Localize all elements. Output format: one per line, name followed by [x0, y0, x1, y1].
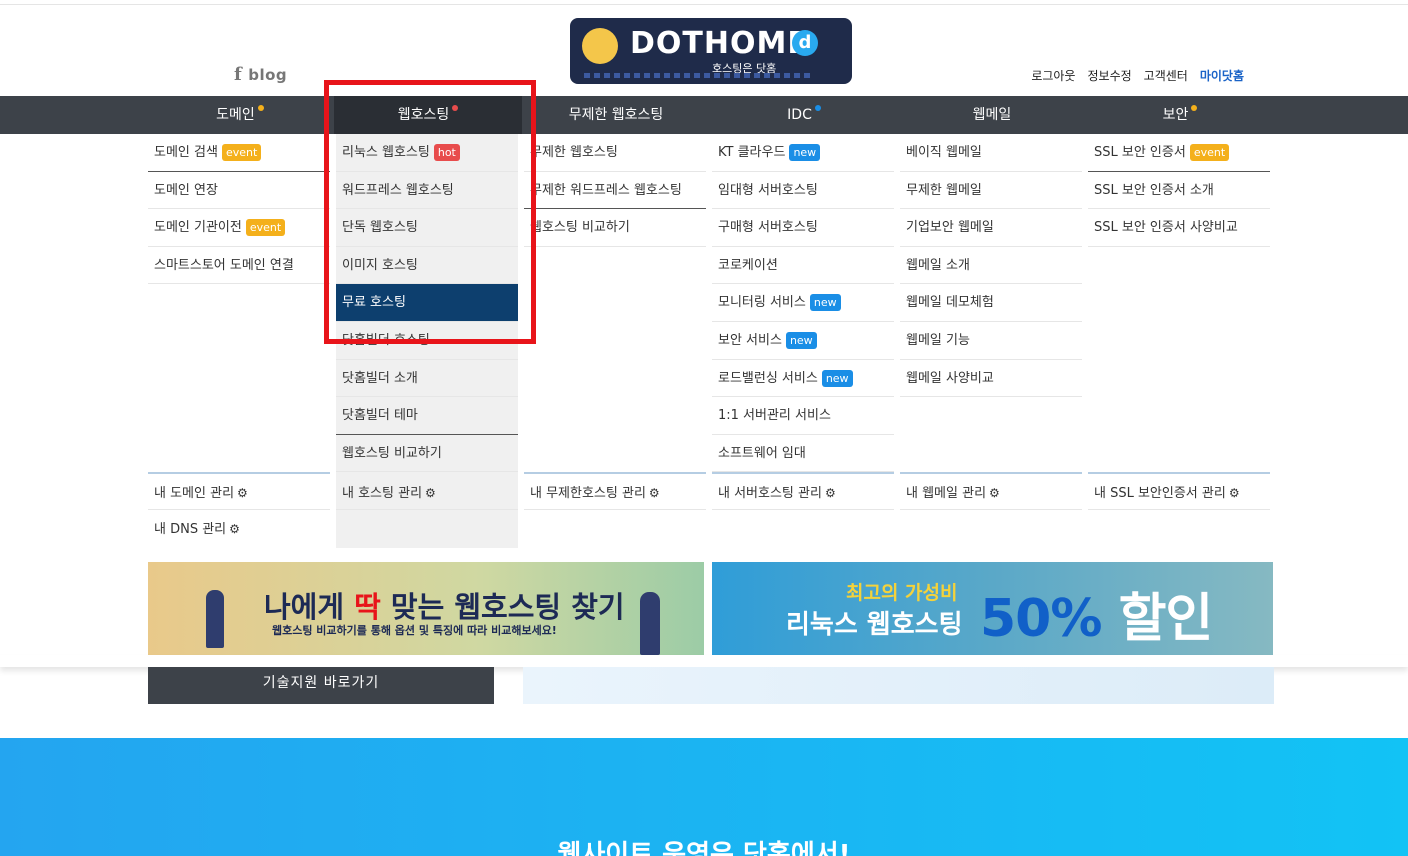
- menu-item-idc[interactable]: KT 클라우드 new: [712, 134, 894, 172]
- badge-event: event: [1189, 144, 1230, 161]
- manage-link[interactable]: 내 도메인 관리 ⚙: [148, 472, 330, 510]
- menu-item-idc[interactable]: 임대형 서버호스팅: [712, 172, 894, 210]
- nav-item-5[interactable]: 보안: [1086, 96, 1274, 134]
- gear-icon: ⚙: [989, 486, 1000, 500]
- discount-banner[interactable]: 최고의 가성비 리눅스 웹호스팅 50% 할인: [712, 562, 1273, 655]
- highlight-box: [324, 80, 536, 344]
- badge-new: new: [809, 294, 841, 312]
- menu-item-idc[interactable]: 보안 서비스 new: [712, 322, 894, 360]
- menu-item-idc[interactable]: 구매형 서버호스팅: [712, 209, 894, 247]
- banner2-title: 리눅스 웹호스팅: [786, 610, 963, 640]
- menu-item-idc[interactable]: 1:1 서버관리 서비스: [712, 397, 894, 435]
- gear-icon: ⚙: [824, 486, 836, 500]
- myhome-link[interactable]: 마이닷홈: [1200, 67, 1244, 84]
- network-banner: [523, 667, 1274, 704]
- manage-link[interactable]: 내 호스팅 관리 ⚙: [336, 472, 518, 510]
- menu-column-fill: [336, 510, 518, 548]
- badge-new: new: [789, 144, 821, 161]
- menu-item-security[interactable]: SSL 보안 인증서 사양비교: [1088, 209, 1270, 247]
- person-illustration: [206, 590, 224, 648]
- logout-link[interactable]: 로그아웃: [1031, 67, 1075, 84]
- menu-item-hosting[interactable]: 닷홈빌더 테마: [336, 397, 518, 435]
- nav-dot-icon: [814, 105, 821, 111]
- manage-link[interactable]: 내 무제한호스팅 관리 ⚙: [524, 472, 706, 510]
- gear-icon: ⚙: [1228, 486, 1240, 500]
- menu-item-security[interactable]: SSL 보안 인증서 event: [1088, 134, 1270, 172]
- nav-item-0[interactable]: 도메인: [146, 96, 334, 134]
- facebook-icon: f: [234, 64, 243, 85]
- banner2-discount: 50% 할인: [980, 589, 1213, 649]
- menu-item-webmail[interactable]: 베이직 웹메일: [900, 134, 1082, 172]
- hero-title: 웹사이트 운영은 닷홈에서!: [557, 840, 851, 856]
- manage-link[interactable]: 내 웹메일 관리 ⚙: [900, 472, 1082, 510]
- moon-icon: [582, 28, 618, 64]
- menu-item-hosting[interactable]: 닷홈빌더 소개: [336, 360, 518, 398]
- menu-item-webmail[interactable]: 기업보안 웹메일: [900, 209, 1082, 247]
- menu-item-idc[interactable]: 로드밸런싱 서비스 new: [712, 360, 894, 398]
- menu-item-webmail[interactable]: 웹메일 사양비교: [900, 360, 1082, 398]
- menu-column-unlimited: 무제한 웹호스팅 무제한 워드프레스 웹호스팅 웹호스팅 비교하기: [524, 134, 706, 247]
- logo-d-icon: d: [792, 30, 818, 56]
- badge-event: event: [245, 219, 286, 237]
- util-menu: 로그아웃 정보수정 고객센터 마이닷홈: [1031, 67, 1244, 84]
- banner1-subtitle: 웹호스팅 비교하기를 통해 옵션 및 특징에 따라 비교해보세요!: [272, 624, 557, 637]
- menu-item-idc[interactable]: 모니터링 서비스 new: [712, 284, 894, 322]
- gear-icon: ⚙: [425, 486, 436, 500]
- nav-item-3[interactable]: IDC: [710, 96, 898, 134]
- menu-item-unlimited[interactable]: 무제한 워드프레스 웹호스팅: [524, 172, 706, 210]
- menu-item-webmail[interactable]: 웹메일 기능: [900, 322, 1082, 360]
- menu-item-domain[interactable]: 도메인 기관이전 event: [148, 209, 330, 247]
- menu-item-idc[interactable]: 소프트웨어 임대: [712, 435, 894, 473]
- logo-title: DOTHOME: [630, 26, 809, 61]
- badge-event: event: [221, 144, 262, 161]
- menu-item-webmail[interactable]: 웹메일 소개: [900, 247, 1082, 285]
- person-illustration: [640, 592, 660, 655]
- main-nav: 도메인 웹호스팅 무제한 웹호스팅 IDC 웹메일 보안: [0, 96, 1408, 134]
- menu-item-webmail[interactable]: 웹메일 데모체험: [900, 284, 1082, 322]
- menu-item-unlimited[interactable]: 무제한 웹호스팅: [524, 134, 706, 172]
- gear-icon: ⚙: [237, 486, 248, 500]
- nav-dot-icon: [1191, 105, 1198, 111]
- banner2-tagline: 최고의 가성비: [846, 582, 958, 604]
- blog-link[interactable]: f blog: [234, 64, 287, 85]
- menu-item-webmail[interactable]: 무제한 웹메일: [900, 172, 1082, 210]
- manage-link[interactable]: 내 서버호스팅 관리 ⚙: [712, 472, 894, 510]
- menu-item-hosting[interactable]: 웹호스팅 비교하기: [336, 435, 518, 473]
- menu-column-domain: 도메인 검색 event 도메인 연장 도메인 기관이전 event 스마트스토어 도메인…: [148, 134, 330, 285]
- menu-item-domain[interactable]: 도메인 연장: [148, 172, 330, 210]
- support-link[interactable]: 고객센터: [1144, 67, 1188, 84]
- hero-section: 웹사이트 운영은 닷홈에서!: [0, 738, 1408, 856]
- gear-icon: ⚙: [648, 486, 660, 500]
- nav-item-2[interactable]: 무제한 웹호스팅: [522, 96, 710, 134]
- edit-info-link[interactable]: 정보수정: [1087, 67, 1131, 84]
- menu-column-idc: KT 클라우드 new 임대형 서버호스팅 구매형 서버호스팅 코로케이션 모니터링 서비…: [712, 134, 894, 473]
- menu-item-security[interactable]: SSL 보안 인증서 소개: [1088, 172, 1270, 210]
- menu-column-webmail: 베이직 웹메일 무제한 웹메일 기업보안 웹메일 웹메일 소개 웹메일 데모체험 웹메일 …: [900, 134, 1082, 398]
- gear-icon: ⚙: [229, 522, 240, 536]
- menu-item-domain[interactable]: 스마트스토어 도메인 연결: [148, 247, 330, 285]
- menu-item-idc[interactable]: 코로케이션: [712, 247, 894, 285]
- badge-new: new: [821, 369, 853, 387]
- banner1-title: 나에게 딱 맞는 웹호스팅 찾기: [264, 590, 625, 624]
- header: f blog DOTHOME d 호스팅은 닷홈 로그아웃 정보수정 고객센터 마…: [0, 0, 1408, 96]
- menu-item-unlimited[interactable]: 웹호스팅 비교하기: [524, 209, 706, 247]
- hosting-finder-banner[interactable]: 나에게 딱 맞는 웹호스팅 찾기 웹호스팅 비교하기를 통해 옵션 및 특징에 …: [148, 562, 704, 655]
- menu-item-domain[interactable]: 도메인 검색 event: [148, 134, 330, 172]
- menu-column-security: SSL 보안 인증서 event SSL 보안 인증서 소개 SSL 보안 인증서 사…: [1088, 134, 1270, 247]
- tech-support-button[interactable]: 기술지원 바로가기: [148, 667, 494, 704]
- logo-stripe: [584, 73, 814, 78]
- manage-link[interactable]: 내 SSL 보안인증서 관리 ⚙: [1088, 472, 1270, 510]
- dothome-logo[interactable]: DOTHOME d 호스팅은 닷홈: [570, 18, 852, 84]
- menu-shadow: [0, 655, 1408, 667]
- nav-item-4[interactable]: 웹메일: [898, 96, 1086, 134]
- dns-manage-link[interactable]: 내 DNS 관리 ⚙: [148, 510, 330, 548]
- nav-dot-icon: [257, 105, 264, 111]
- badge-new: new: [785, 331, 817, 349]
